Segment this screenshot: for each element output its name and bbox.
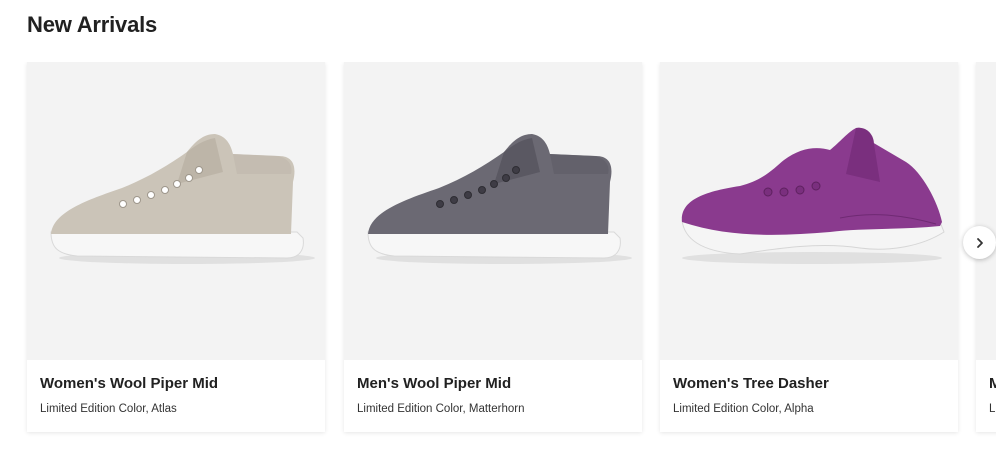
section-title: New Arrivals — [27, 12, 158, 37]
product-card[interactable]: Men's Wool Piper Mid Limited Edition Col… — [344, 62, 642, 432]
shoe-image — [681, 127, 945, 264]
carousel-next-button[interactable] — [963, 226, 996, 259]
product-color: Limited Edition Color, Atlas — [40, 403, 177, 415]
product-color: L — [989, 403, 996, 415]
product-card[interactable]: Women's Tree Dasher Limited Edition Colo… — [660, 62, 958, 432]
product-color: Limited Edition Color, Alpha — [673, 403, 814, 415]
product-name[interactable]: M — [989, 375, 996, 392]
product-image[interactable] — [344, 62, 642, 360]
shoe-image — [50, 134, 315, 264]
product-image[interactable] — [976, 62, 996, 360]
product-name[interactable]: Men's Wool Piper Mid — [357, 375, 511, 392]
product-card[interactable]: Women's Wool Piper Mid Limited Edition C… — [27, 62, 325, 432]
product-image[interactable] — [660, 62, 958, 360]
product-image[interactable] — [27, 62, 325, 360]
new-arrivals-section: New Arrivals Women's Wool Piper Mid Limi… — [0, 0, 996, 449]
product-color: Limited Edition Color, Matterhorn — [357, 403, 525, 415]
product-name[interactable]: Women's Tree Dasher — [673, 375, 829, 392]
product-carousel: Women's Wool Piper Mid Limited Edition C… — [0, 62, 996, 438]
shoe-image — [367, 134, 632, 264]
product-name[interactable]: Women's Wool Piper Mid — [40, 375, 218, 392]
chevron-right-icon — [976, 237, 983, 248]
